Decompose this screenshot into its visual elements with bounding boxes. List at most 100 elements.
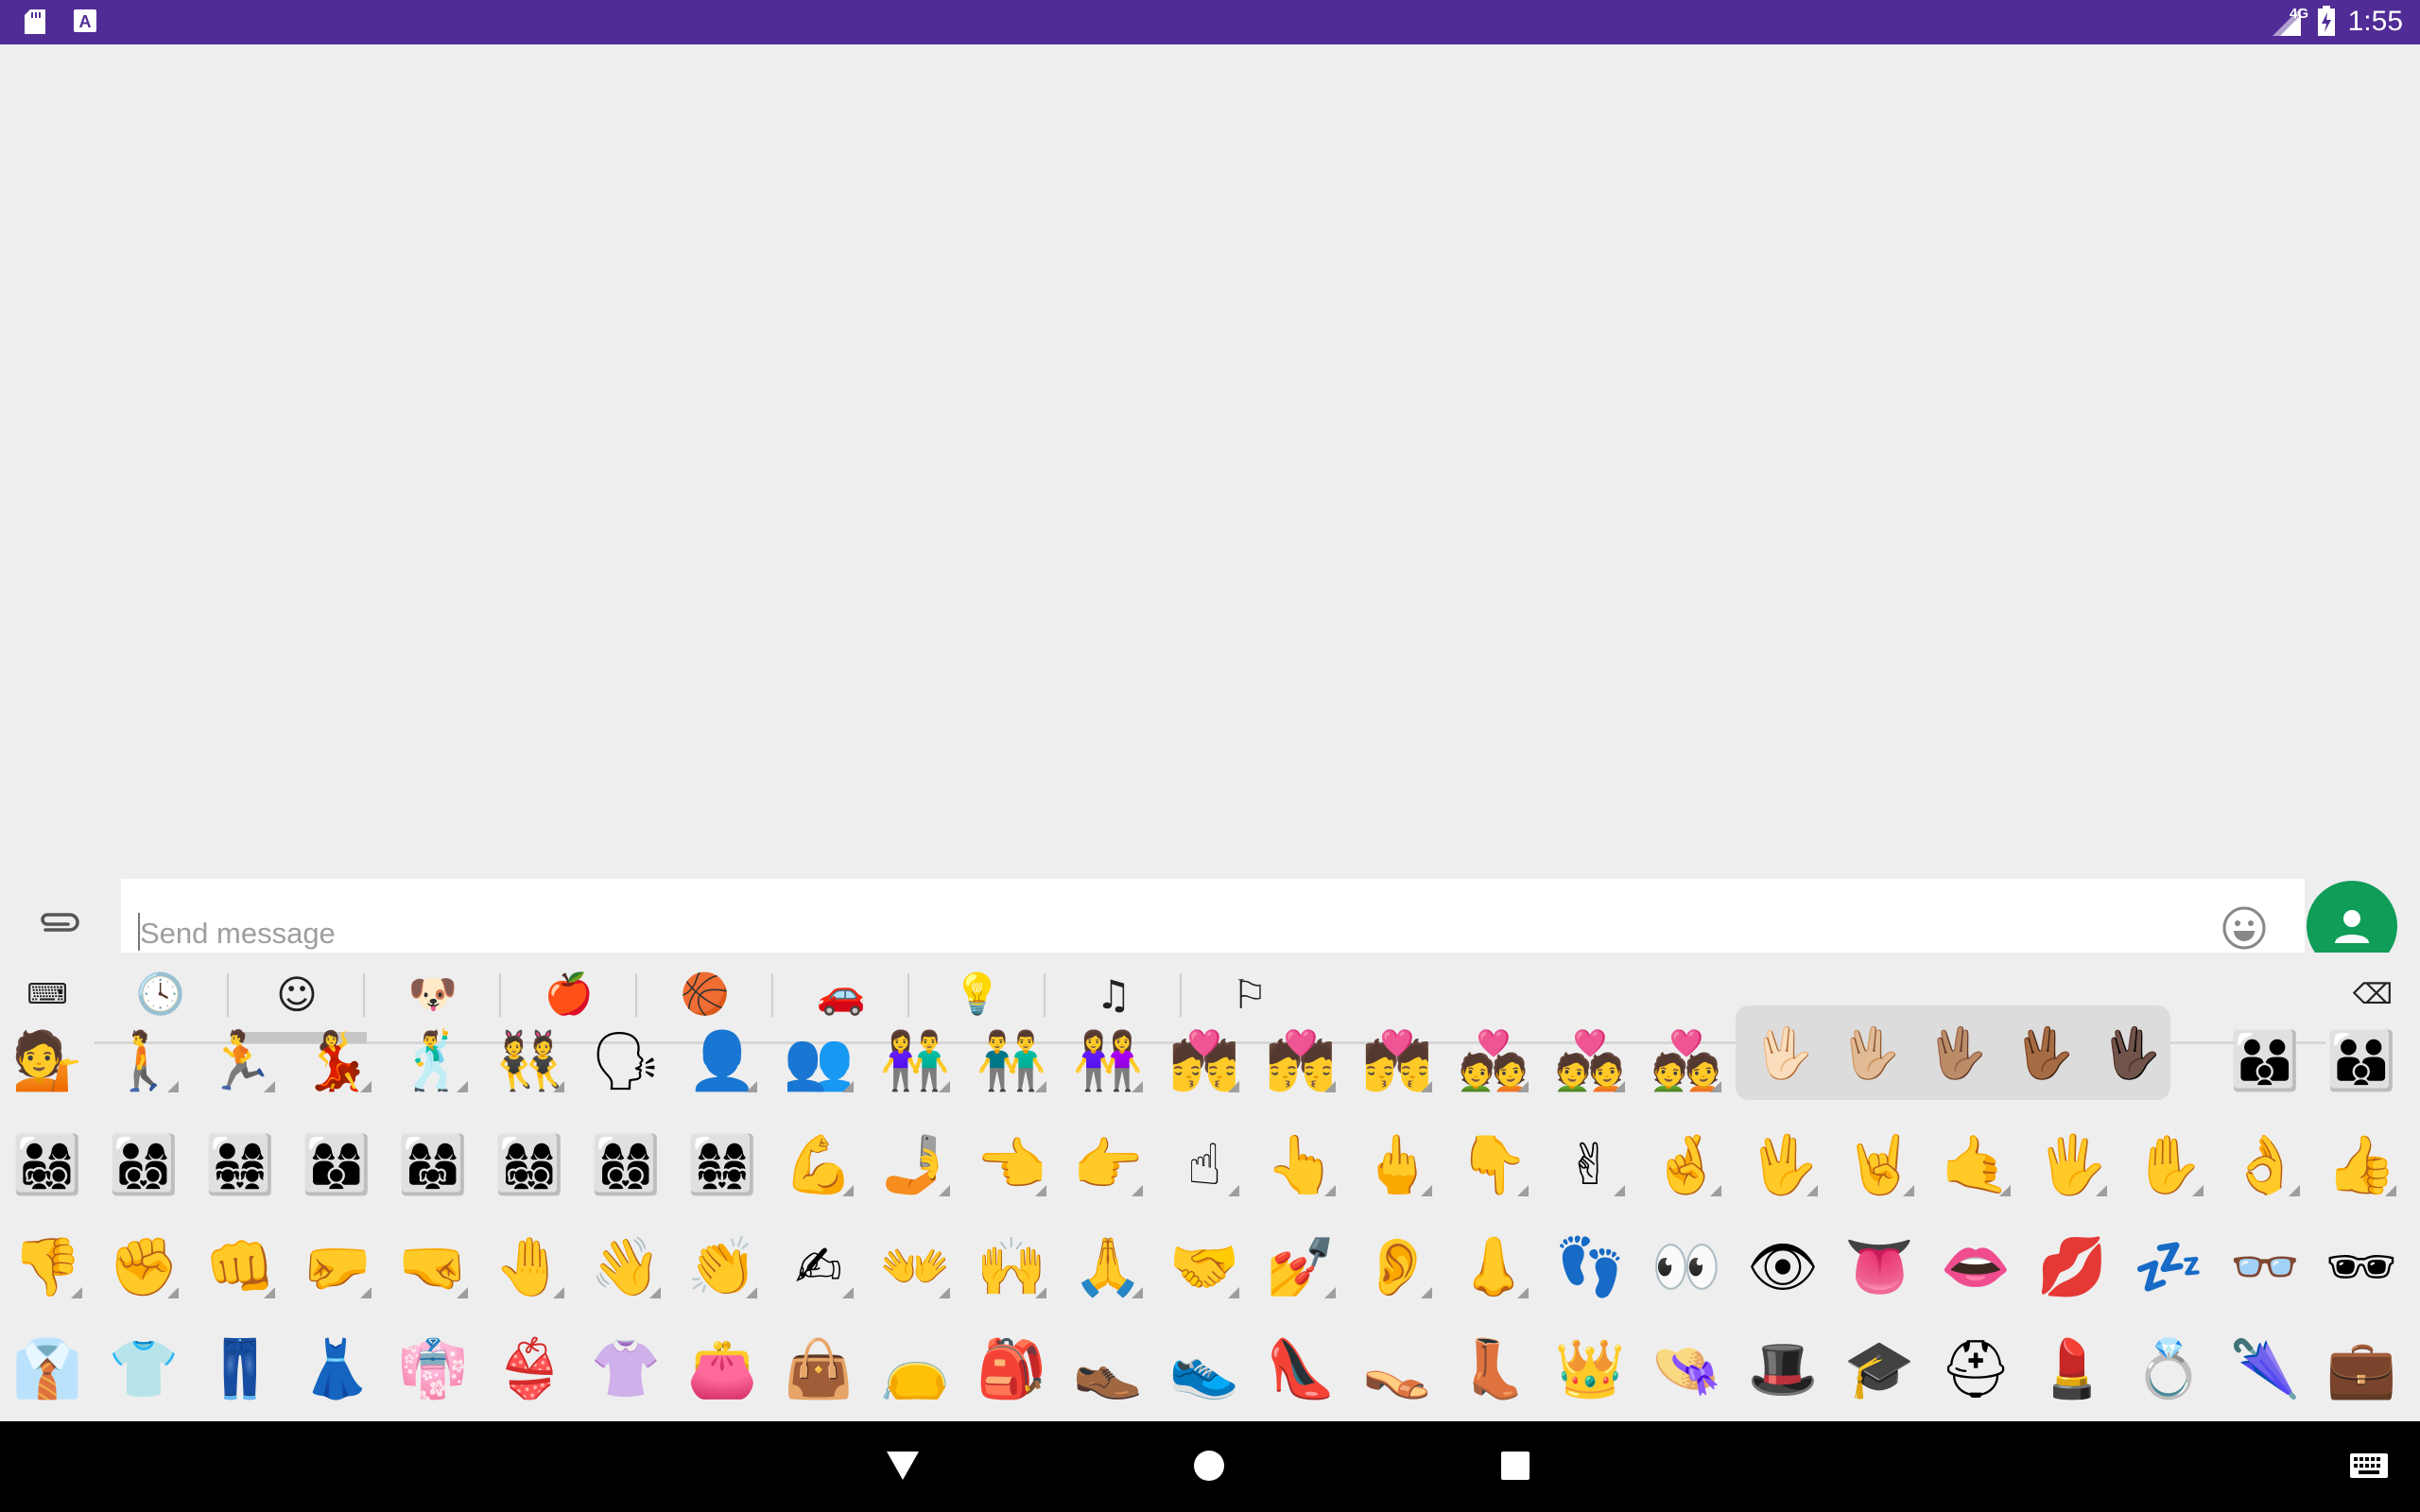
flags-icon[interactable]: ⚐ [1221, 966, 1278, 1022]
emoji-key[interactable]: 💤 [2126, 1225, 2211, 1310]
emoji-key[interactable]: 💄 [2030, 1327, 2115, 1412]
emoji-key[interactable]: 💏 [1258, 1019, 1343, 1104]
emoji-key[interactable]: ✊ [101, 1225, 186, 1310]
emoji-key[interactable]: 👨‍👩‍👦‍👦 [101, 1123, 186, 1208]
emoji-key[interactable]: 👍 [2319, 1123, 2404, 1208]
activity-icon[interactable]: 🏀 [677, 966, 734, 1022]
emoji-key[interactable]: 🕺 [390, 1019, 475, 1104]
emoji-key[interactable]: 💑 [1451, 1019, 1536, 1104]
smiley-icon[interactable] [2221, 905, 2267, 951]
emoji-key[interactable]: 👁 [1740, 1225, 1825, 1310]
keyboard-switch-icon[interactable] [2350, 1453, 2388, 1478]
emoji-key[interactable]: 🤳 [873, 1123, 958, 1208]
emoji-key[interactable]: 👈 [969, 1123, 1054, 1208]
emoji-key[interactable]: 👘 [390, 1327, 475, 1412]
emoji-key[interactable]: 👡 [1355, 1327, 1440, 1412]
emoji-key[interactable]: 👩‍👩‍👦‍👦 [583, 1123, 668, 1208]
smileys-icon[interactable]: ☺ [268, 966, 325, 1022]
emoji-key[interactable]: 👤 [680, 1019, 765, 1104]
skin-tone-option[interactable]: 🖖🏻 [1749, 1019, 1817, 1087]
emoji-key[interactable]: 👞 [1065, 1327, 1150, 1412]
emoji-key[interactable]: 👟 [1162, 1327, 1247, 1412]
emoji-key[interactable]: 👋 [583, 1225, 668, 1310]
emoji-key[interactable]: ✋ [2126, 1123, 2211, 1208]
emoji-key[interactable]: 👜 [776, 1327, 861, 1412]
emoji-key[interactable]: 👖 [198, 1327, 283, 1412]
emoji-key[interactable]: 💪 [776, 1123, 861, 1208]
food-icon[interactable]: 🍎 [541, 966, 597, 1022]
emoji-key[interactable]: 🎩 [1740, 1327, 1825, 1412]
emoji-key[interactable]: 🕶 [2319, 1225, 2404, 1310]
emoji-key[interactable]: 👚 [583, 1327, 668, 1412]
message-input[interactable]: Send message [121, 879, 2305, 953]
animals-icon[interactable]: 🐶 [405, 966, 461, 1022]
skin-tone-option[interactable]: 🖖🏽 [1923, 1019, 1991, 1087]
emoji-key[interactable]: 👎 [5, 1225, 90, 1310]
emoji-key[interactable]: 👗 [294, 1327, 379, 1412]
skin-tone-option[interactable]: 🖖🏿 [2097, 1019, 2165, 1087]
keyboard-icon[interactable]: ⌨ [19, 966, 76, 1022]
emoji-key[interactable]: 🏃 [198, 1019, 283, 1104]
emoji-key[interactable]: 👩‍👩‍👧‍👦 [487, 1123, 572, 1208]
emoji-key[interactable]: 👓 [2222, 1225, 2308, 1310]
emoji-key[interactable]: 🚶 [101, 1019, 186, 1104]
emoji-key[interactable]: 💑 [1547, 1019, 1633, 1104]
emoji-key[interactable]: 🤜 [390, 1225, 475, 1310]
emoji-key[interactable]: 🙏 [1065, 1225, 1150, 1310]
recents-icon[interactable] [1501, 1452, 1530, 1480]
emoji-key[interactable]: 💋 [2030, 1225, 2115, 1310]
emoji-key[interactable]: 🖖 [1740, 1123, 1825, 1208]
recent-icon[interactable]: 🕓 [132, 966, 189, 1022]
emoji-key[interactable]: 👪 [2319, 1019, 2404, 1104]
emoji-key[interactable]: 🗣 [583, 1019, 668, 1104]
emoji-key[interactable]: 🙌 [969, 1225, 1054, 1310]
emoji-key[interactable]: 💏 [1162, 1019, 1247, 1104]
home-icon[interactable] [1193, 1450, 1225, 1482]
emoji-key[interactable]: 👌 [2222, 1123, 2308, 1208]
backspace-icon[interactable]: ⌫ [2344, 966, 2401, 1022]
paperclip-icon[interactable] [36, 905, 81, 939]
emoji-key[interactable]: ✍ [776, 1225, 861, 1310]
skin-tone-option[interactable]: 🖖🏼 [1836, 1019, 1904, 1087]
emoji-key[interactable]: 🖕 [1355, 1123, 1440, 1208]
emoji-key[interactable]: 👣 [1547, 1225, 1633, 1310]
emoji-key[interactable]: 👏 [680, 1225, 765, 1310]
emoji-key[interactable]: 👐 [873, 1225, 958, 1310]
emoji-key[interactable]: 👭 [1065, 1019, 1150, 1104]
emoji-key[interactable]: 💼 [2319, 1327, 2404, 1412]
emoji-key[interactable]: 👫 [873, 1019, 958, 1104]
emoji-key[interactable]: 👩‍👩‍👦 [294, 1123, 379, 1208]
emoji-key[interactable]: 👇 [1451, 1123, 1536, 1208]
emoji-key[interactable]: 🌂 [2222, 1327, 2308, 1412]
emoji-key[interactable]: 💏 [1355, 1019, 1440, 1104]
emoji-key[interactable]: 👠 [1258, 1327, 1343, 1412]
emoji-key[interactable]: 👑 [1547, 1327, 1633, 1412]
emoji-key[interactable]: 👊 [198, 1225, 283, 1310]
emoji-key[interactable]: 👒 [1644, 1327, 1729, 1412]
emoji-key[interactable]: 👀 [1644, 1225, 1729, 1310]
emoji-key[interactable]: 💁 [5, 1019, 90, 1104]
travel-icon[interactable]: 🚗 [813, 966, 870, 1022]
emoji-key[interactable]: 👬 [969, 1019, 1054, 1104]
emoji-key[interactable]: 💑 [1644, 1019, 1729, 1104]
objects-icon[interactable]: 💡 [949, 966, 1006, 1022]
emoji-key[interactable]: 👄 [1933, 1225, 2018, 1310]
emoji-key[interactable]: 👃 [1451, 1225, 1536, 1310]
emoji-key[interactable]: 🤙 [1933, 1123, 2018, 1208]
emoji-key[interactable]: 👙 [487, 1327, 572, 1412]
emoji-key[interactable]: 🤘 [1837, 1123, 1922, 1208]
emoji-key[interactable]: 👩‍👩‍👧‍👧 [680, 1123, 765, 1208]
emoji-key[interactable]: 👪 [2222, 1019, 2308, 1104]
emoji-key[interactable]: 🤛 [294, 1225, 379, 1310]
emoji-key[interactable]: 👅 [1837, 1225, 1922, 1310]
emoji-key[interactable]: 👢 [1451, 1327, 1536, 1412]
emoji-key[interactable]: 🎓 [1837, 1327, 1922, 1412]
emoji-key[interactable]: 👉 [1065, 1123, 1150, 1208]
emoji-key[interactable]: 👨‍👩‍👧‍👦 [5, 1123, 90, 1208]
conversation-area[interactable] [0, 44, 2420, 952]
emoji-key[interactable]: 👕 [101, 1327, 186, 1412]
emoji-key[interactable]: 🎒 [969, 1327, 1054, 1412]
emoji-key[interactable]: 👆 [1258, 1123, 1343, 1208]
emoji-key[interactable]: 👝 [873, 1327, 958, 1412]
emoji-key[interactable]: 👛 [680, 1327, 765, 1412]
